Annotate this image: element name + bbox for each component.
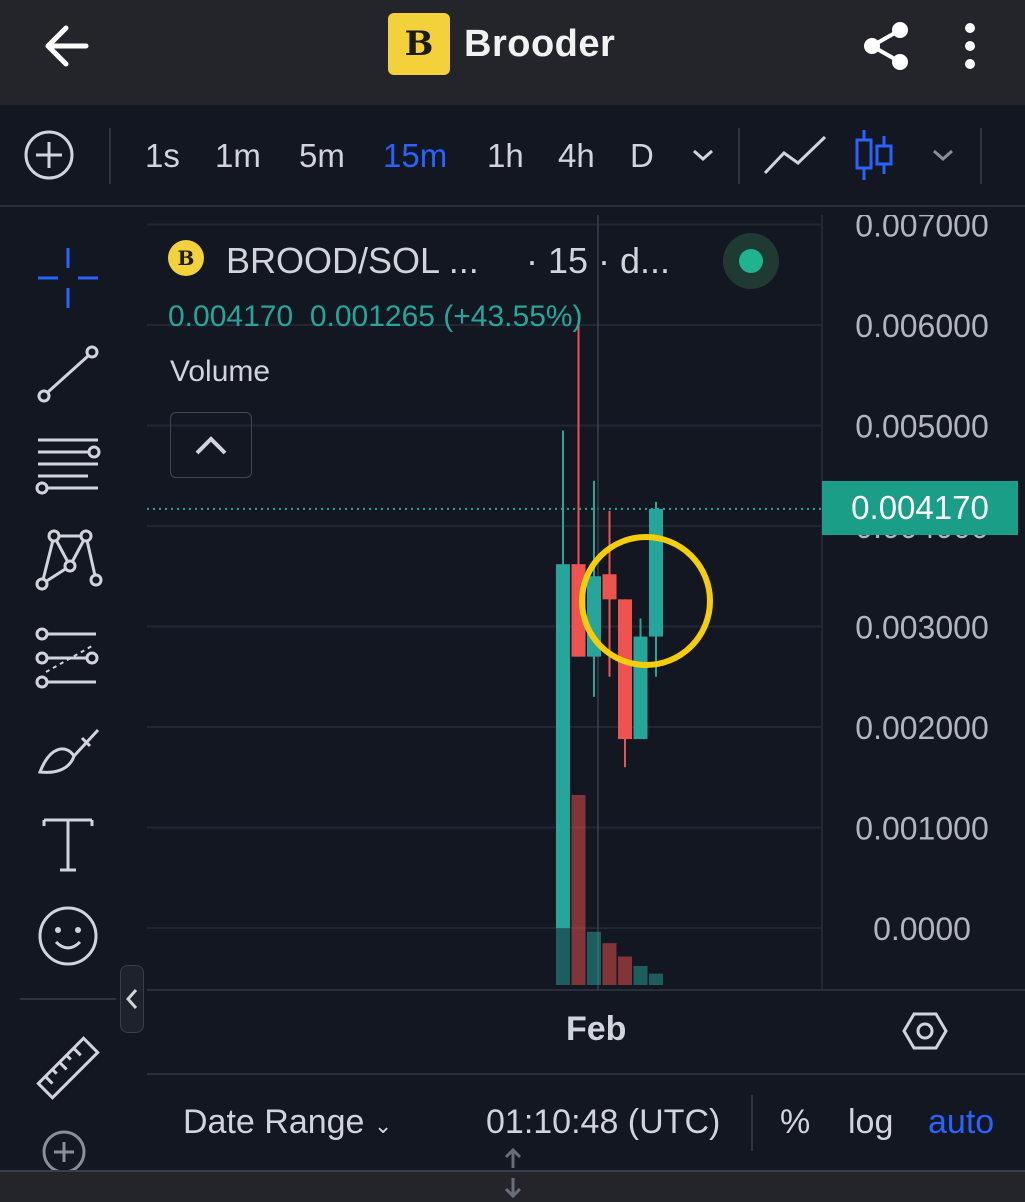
interval-D[interactable]: D bbox=[630, 137, 654, 175]
candle-body[interactable] bbox=[633, 636, 648, 740]
legend-interval: · 15 · d... bbox=[526, 240, 671, 281]
pattern-tool-icon[interactable] bbox=[30, 522, 106, 598]
tools-divider bbox=[20, 998, 116, 1000]
price-axis-label: 0.001000 bbox=[855, 811, 988, 847]
bottom-divider bbox=[751, 1095, 753, 1151]
crosshair-icon[interactable] bbox=[30, 240, 106, 316]
zoom-in-icon[interactable] bbox=[30, 1122, 106, 1170]
price-axis-label: 0.003000 bbox=[855, 610, 988, 646]
legend-change-pct: (+43.55%) bbox=[443, 300, 583, 333]
toolbar-divider bbox=[980, 128, 982, 184]
share-icon[interactable] bbox=[858, 18, 914, 74]
candlestick-chart[interactable]: 0.0070000.0060000.0050000.0040000.003000… bbox=[147, 215, 1025, 1073]
price-axis-label: 0.007000 bbox=[855, 215, 988, 244]
time-axis-label: Feb bbox=[566, 1010, 627, 1048]
brand-logo-icon: B bbox=[388, 13, 450, 75]
legend-last-price: 0.004170 bbox=[168, 300, 294, 333]
brand: B Brooder bbox=[388, 13, 615, 75]
volume-bar bbox=[649, 973, 663, 985]
volume-bar bbox=[587, 931, 601, 985]
prediction-tool-icon[interactable] bbox=[30, 620, 106, 696]
volume-bar bbox=[618, 956, 632, 985]
interval-1s[interactable]: 1s bbox=[145, 137, 180, 175]
current-price-badge: 0.004170 bbox=[822, 481, 1018, 535]
legend-change: 0.001265 bbox=[309, 300, 435, 333]
log-scale-toggle[interactable]: log bbox=[848, 1103, 893, 1142]
coin-logo-icon: B bbox=[168, 240, 204, 276]
app-title: Brooder bbox=[464, 22, 616, 65]
price-axis-label: 0.006000 bbox=[855, 308, 988, 344]
interval-1h[interactable]: 1h bbox=[487, 137, 524, 175]
auto-scale-toggle[interactable]: auto bbox=[928, 1103, 994, 1142]
utc-clock[interactable]: 01:10:48 (UTC) bbox=[486, 1103, 720, 1142]
candle-body[interactable] bbox=[556, 564, 570, 928]
date-range-dropdown[interactable]: Date Range ⌄ bbox=[183, 1103, 392, 1142]
add-indicator-icon[interactable] bbox=[22, 128, 76, 182]
toolbar-divider bbox=[738, 128, 740, 184]
collapse-toolbar-chevron-icon[interactable] bbox=[120, 965, 144, 1033]
date-range-label: Date Range bbox=[183, 1103, 365, 1141]
interval-5m[interactable]: 5m bbox=[299, 137, 345, 175]
text-tool-icon[interactable] bbox=[30, 806, 106, 882]
horizontal-lines-icon[interactable] bbox=[30, 428, 106, 504]
brush-icon[interactable] bbox=[30, 716, 106, 792]
price-axis-label: 0.002000 bbox=[855, 710, 988, 746]
chart-pane[interactable]: 0.0070000.0060000.0050000.0040000.003000… bbox=[147, 215, 1025, 1073]
chevron-down-icon: ⌄ bbox=[373, 1113, 393, 1138]
legend-values: 0.004170 0.001265 (+43.55%) bbox=[168, 300, 583, 334]
percent-scale-toggle[interactable]: % bbox=[780, 1103, 810, 1142]
more-vertical-icon[interactable] bbox=[950, 18, 990, 74]
candle-body[interactable] bbox=[649, 508, 663, 637]
line-chart-type-icon[interactable] bbox=[762, 133, 828, 177]
chart-settings-icon[interactable] bbox=[902, 1008, 948, 1054]
candlestick-chart-type-icon[interactable] bbox=[852, 128, 896, 182]
back-arrow-icon[interactable] bbox=[38, 18, 98, 74]
volume-bar bbox=[633, 966, 648, 985]
trend-line-icon[interactable] bbox=[30, 338, 106, 414]
legend-volume-label: Volume bbox=[170, 355, 271, 388]
interval-1m[interactable]: 1m bbox=[215, 137, 261, 175]
price-axis-label: 0.005000 bbox=[855, 409, 988, 445]
volume-bar bbox=[602, 943, 617, 985]
candle-body[interactable] bbox=[602, 574, 617, 600]
volume-bar bbox=[571, 795, 586, 985]
ruler-icon[interactable] bbox=[30, 1030, 106, 1106]
emoji-icon[interactable] bbox=[30, 898, 106, 974]
interval-dropdown-chevron-icon[interactable] bbox=[690, 145, 716, 165]
resize-arrows-icon[interactable] bbox=[500, 1146, 526, 1200]
legend-collapse-chevron-icon[interactable] bbox=[170, 412, 252, 478]
candle-body[interactable] bbox=[618, 599, 632, 740]
market-status-dot-icon bbox=[739, 249, 763, 273]
chart-type-dropdown-chevron-icon[interactable] bbox=[930, 145, 956, 165]
price-axis-label: 0.0000 bbox=[873, 911, 971, 947]
toolbar-divider bbox=[109, 128, 111, 184]
interval-4h[interactable]: 4h bbox=[558, 137, 595, 175]
interval-15m[interactable]: 15m bbox=[383, 137, 447, 175]
legend-symbol[interactable]: BROOD/SOL ... bbox=[226, 240, 479, 282]
